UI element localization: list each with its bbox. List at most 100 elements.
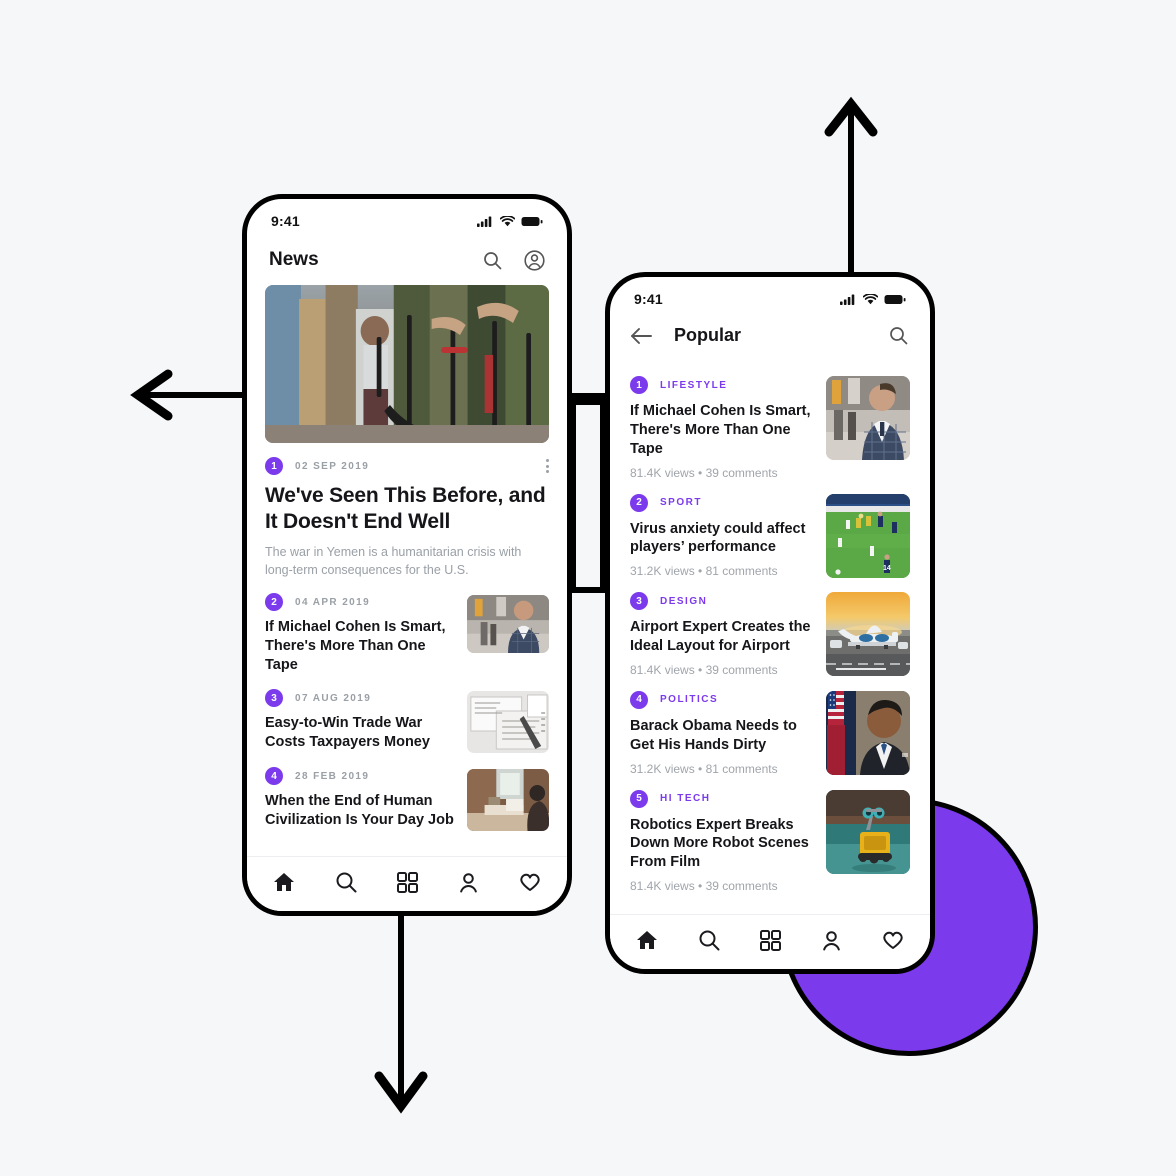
rank-badge: 3 <box>630 592 648 611</box>
popular-list: 1 LIFESTYLE If Michael Cohen Is Smart, T… <box>610 358 930 893</box>
article-title: Virus anxiety could affect players’ perf… <box>630 520 806 556</box>
page-title: News <box>269 249 319 270</box>
item-meta-row: 4 28 FEB 2019 <box>265 767 455 785</box>
arrow-left-icon <box>130 369 260 421</box>
news-feed-scroll[interactable]: 1 02 SEP 2019 We've Seen This Before, an… <box>247 285 567 856</box>
back-arrow-icon[interactable] <box>630 327 652 345</box>
rank-badge: 1 <box>630 376 648 394</box>
nav-heart-icon[interactable] <box>882 930 904 950</box>
item-meta-row: 3 DESIGN <box>630 592 812 611</box>
thumbnail-artwork <box>467 769 549 831</box>
article-thumbnail[interactable]: 14 <box>826 493 910 578</box>
article-title: When the End of Human Civilization Is Yo… <box>265 793 454 828</box>
article-title: We've Seen This Before, and It Doesn't E… <box>265 484 546 533</box>
battery-icon <box>521 216 543 226</box>
item-meta-row: 2 04 APR 2019 <box>265 593 455 612</box>
list-item[interactable]: 1 LIFESTYLE If Michael Cohen Is Smart, T… <box>630 362 910 480</box>
rank-badge: 4 <box>265 767 283 785</box>
account-circle-icon[interactable] <box>524 249 545 271</box>
article-date: 28 FEB 2019 <box>295 770 370 782</box>
nav-home-icon[interactable] <box>273 871 295 893</box>
article-date: 04 APR 2019 <box>295 596 371 608</box>
page-title: Popular <box>674 325 742 345</box>
news-app-header: News <box>247 233 567 285</box>
search-icon[interactable] <box>889 326 908 345</box>
status-icons <box>840 293 906 305</box>
nav-grid-icon[interactable] <box>760 929 781 951</box>
category-label: DESIGN <box>660 595 708 607</box>
canvas: 9:41 News 1 02 SEP 2019 We've Seen This … <box>0 0 1176 1176</box>
thumbnail-artwork <box>467 691 549 753</box>
item-meta-row: 4 POLITICS <box>630 690 812 709</box>
article-thumbnail[interactable] <box>467 595 549 654</box>
article-title: If Michael Cohen Is Smart, There's More … <box>630 403 811 457</box>
rank-badge: 1 <box>265 457 283 475</box>
signal-icon <box>840 294 855 305</box>
svg-text:14: 14 <box>883 565 891 572</box>
thumbnail-artwork: 14 <box>826 493 910 578</box>
list-item[interactable]: 4 POLITICS Barack Obama Needs to Get His… <box>630 677 910 776</box>
item-meta-row: 3 07 AUG 2019 <box>265 689 455 707</box>
nav-heart-icon[interactable] <box>519 872 541 892</box>
thumbnail-artwork <box>826 376 910 460</box>
phone-popular-screen: 9:41 Popular 1 LIFESTYLE If Michael Cohe… <box>605 272 935 974</box>
category-label: HI TECH <box>660 793 711 805</box>
popular-list-scroll[interactable]: 1 LIFESTYLE If Michael Cohen Is Smart, T… <box>610 358 930 914</box>
article-stats: 31.2K views • 81 comments <box>630 761 778 776</box>
list-item[interactable]: 5 HI TECH Robotics Expert Breaks Down Mo… <box>630 776 910 894</box>
item-meta-row: 1 LIFESTYLE <box>630 376 812 394</box>
article-title: If Michael Cohen Is Smart, There's More … <box>265 619 446 674</box>
article-feed: 1 02 SEP 2019 We've Seen This Before, an… <box>247 443 567 831</box>
nav-home-icon[interactable] <box>636 929 658 951</box>
wifi-icon <box>863 293 878 304</box>
article-title: Easy-to-Win Trade War Costs Taxpayers Mo… <box>265 715 430 750</box>
bottom-navigation <box>610 914 930 969</box>
article-thumbnail[interactable] <box>826 789 910 874</box>
status-time: 9:41 <box>271 213 300 229</box>
search-icon[interactable] <box>483 251 502 270</box>
more-vertical-icon[interactable] <box>546 459 549 473</box>
nav-grid-icon[interactable] <box>397 871 418 893</box>
signal-icon <box>477 216 492 227</box>
popular-app-header: Popular <box>610 311 930 358</box>
arrow-down-icon <box>374 908 428 1114</box>
article-thumbnail[interactable] <box>467 769 549 831</box>
article-date: 07 AUG 2019 <box>295 692 372 704</box>
list-item[interactable]: 3 DESIGN Airport Expert Creates the Idea… <box>630 578 910 677</box>
nav-search-icon[interactable] <box>335 871 357 893</box>
item-meta-row: 5 HI TECH <box>630 789 812 808</box>
list-item[interactable]: 2 SPORT Virus anxiety could affect playe… <box>630 480 910 579</box>
status-icons <box>477 215 543 227</box>
article-title: Airport Expert Creates the Ideal Layout … <box>630 619 811 655</box>
article-stats: 81.4K views • 39 comments <box>630 465 778 480</box>
article-title: Robotics Expert Breaks Down More Robot S… <box>630 816 809 871</box>
status-time: 9:41 <box>634 291 663 307</box>
article-thumbnail[interactable] <box>826 376 910 460</box>
article-date: 02 SEP 2019 <box>295 460 370 472</box>
list-item[interactable]: 3 07 AUG 2019 Easy-to-Win Trade War Cost… <box>265 675 549 753</box>
battery-icon <box>884 294 906 304</box>
phone-news-screen: 9:41 News 1 02 SEP 2019 We've Seen This … <box>242 194 572 916</box>
lead-article[interactable]: 1 02 SEP 2019 We've Seen This Before, an… <box>265 443 549 579</box>
article-thumbnail[interactable] <box>826 592 910 677</box>
article-thumbnail[interactable] <box>826 690 910 775</box>
connector-bracket <box>570 393 606 593</box>
arrow-up-icon <box>824 96 878 282</box>
nav-person-icon[interactable] <box>821 930 842 951</box>
rank-badge: 5 <box>630 789 648 808</box>
article-stats: 81.4K views • 39 comments <box>630 662 778 677</box>
rank-badge: 3 <box>265 689 283 707</box>
nav-search-icon[interactable] <box>698 929 720 951</box>
article-thumbnail[interactable] <box>467 691 549 753</box>
thumbnail-artwork <box>467 595 549 654</box>
article-stats: 81.4K views • 39 comments <box>630 879 778 894</box>
wifi-icon <box>500 215 515 226</box>
list-item[interactable]: 4 28 FEB 2019 When the End of Human Civi… <box>265 753 549 831</box>
category-label: SPORT <box>660 497 702 509</box>
list-item[interactable]: 2 04 APR 2019 If Michael Cohen Is Smart,… <box>265 579 549 675</box>
thumbnail-artwork <box>826 592 910 677</box>
rank-badge: 4 <box>630 690 648 709</box>
article-stats: 31.2K views • 81 comments <box>630 564 778 579</box>
nav-person-icon[interactable] <box>458 872 479 893</box>
hero-image[interactable] <box>265 285 549 443</box>
